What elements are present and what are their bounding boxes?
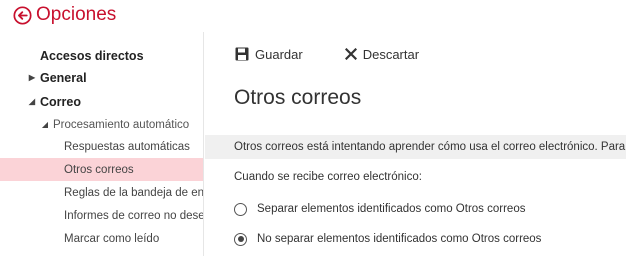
header: Opciones — [0, 0, 626, 30]
toolbar: Guardar Descartar — [235, 44, 461, 64]
page-title: Otros correos — [234, 86, 362, 109]
sidebar-item-label: Marcar como leído — [64, 232, 160, 245]
sidebar-item-label: General — [40, 70, 87, 85]
back-button[interactable]: Opciones — [13, 5, 116, 25]
sidebar-item-label: Otros correos — [64, 163, 134, 176]
option-do-not-separate[interactable]: No separar elementos identificados como … — [234, 231, 541, 247]
close-x-icon — [344, 48, 357, 60]
caret-down-icon[interactable]: ◢ — [27, 97, 37, 106]
caret-down-icon[interactable]: ◢ — [40, 120, 50, 129]
option-label: Separar elementos identificados como Otr… — [257, 203, 526, 215]
main-panel: Guardar Descartar Otros correos Otros co… — [205, 32, 626, 256]
sidebar-item-reglas-bandeja-entrada[interactable]: Reglas de la bandeja de entrada — [0, 181, 204, 204]
sidebar-item-informes-correo-no-deseado[interactable]: Informes de correo no deseado — [0, 204, 204, 227]
sidebar-item-otros-correos[interactable]: Otros correos — [0, 158, 203, 181]
sidebar-item-procesamiento-automatico[interactable]: ◢ Procesamiento automático — [0, 113, 203, 136]
sidebar-item-correo[interactable]: ◢ Correo — [0, 90, 203, 113]
info-banner: Otros correos está intentando aprender c… — [205, 135, 626, 159]
sidebar-item-marcar-como-leido[interactable]: Marcar como leído — [0, 227, 203, 250]
option-label: No separar elementos identificados como … — [257, 233, 542, 245]
info-text: Otros correos está intentando aprender c… — [234, 141, 626, 153]
sidebar-item-label: Informes de correo no deseado — [64, 209, 204, 222]
option-separate[interactable]: Separar elementos identificados como Otr… — [234, 201, 525, 217]
sidebar-item-label: Respuestas automáticas — [64, 140, 190, 153]
sidebar-item-label: Accesos directos — [40, 48, 144, 63]
radio-button[interactable] — [234, 202, 247, 216]
save-disk-icon — [235, 47, 249, 61]
discard-label: Descartar — [362, 46, 420, 62]
sidebar-item-label: Procesamiento automático — [53, 118, 190, 131]
app-title: Opciones — [36, 4, 117, 25]
sidebar-nav: Accesos directos ▶ General ◢ Correo ◢ Pr… — [0, 32, 204, 256]
radio-button-checked[interactable] — [234, 232, 247, 246]
section-subheading: Cuando se recibe correo electrónico: — [234, 171, 422, 183]
sidebar-item-respuestas-automaticas[interactable]: Respuestas automáticas — [0, 135, 203, 158]
sidebar-item-accesos-directos[interactable]: Accesos directos — [0, 44, 203, 67]
sidebar-item-label: Reglas de la bandeja de entrada — [64, 186, 204, 199]
caret-right-icon[interactable]: ▶ — [27, 73, 37, 82]
save-button[interactable]: Guardar — [235, 47, 303, 62]
discard-button[interactable]: Descartar — [344, 46, 420, 62]
back-arrow-circle-icon — [13, 5, 32, 25]
sidebar-item-label: Correo — [40, 94, 81, 109]
sidebar-item-general[interactable]: ▶ General — [0, 66, 203, 89]
save-label: Guardar — [255, 46, 303, 62]
